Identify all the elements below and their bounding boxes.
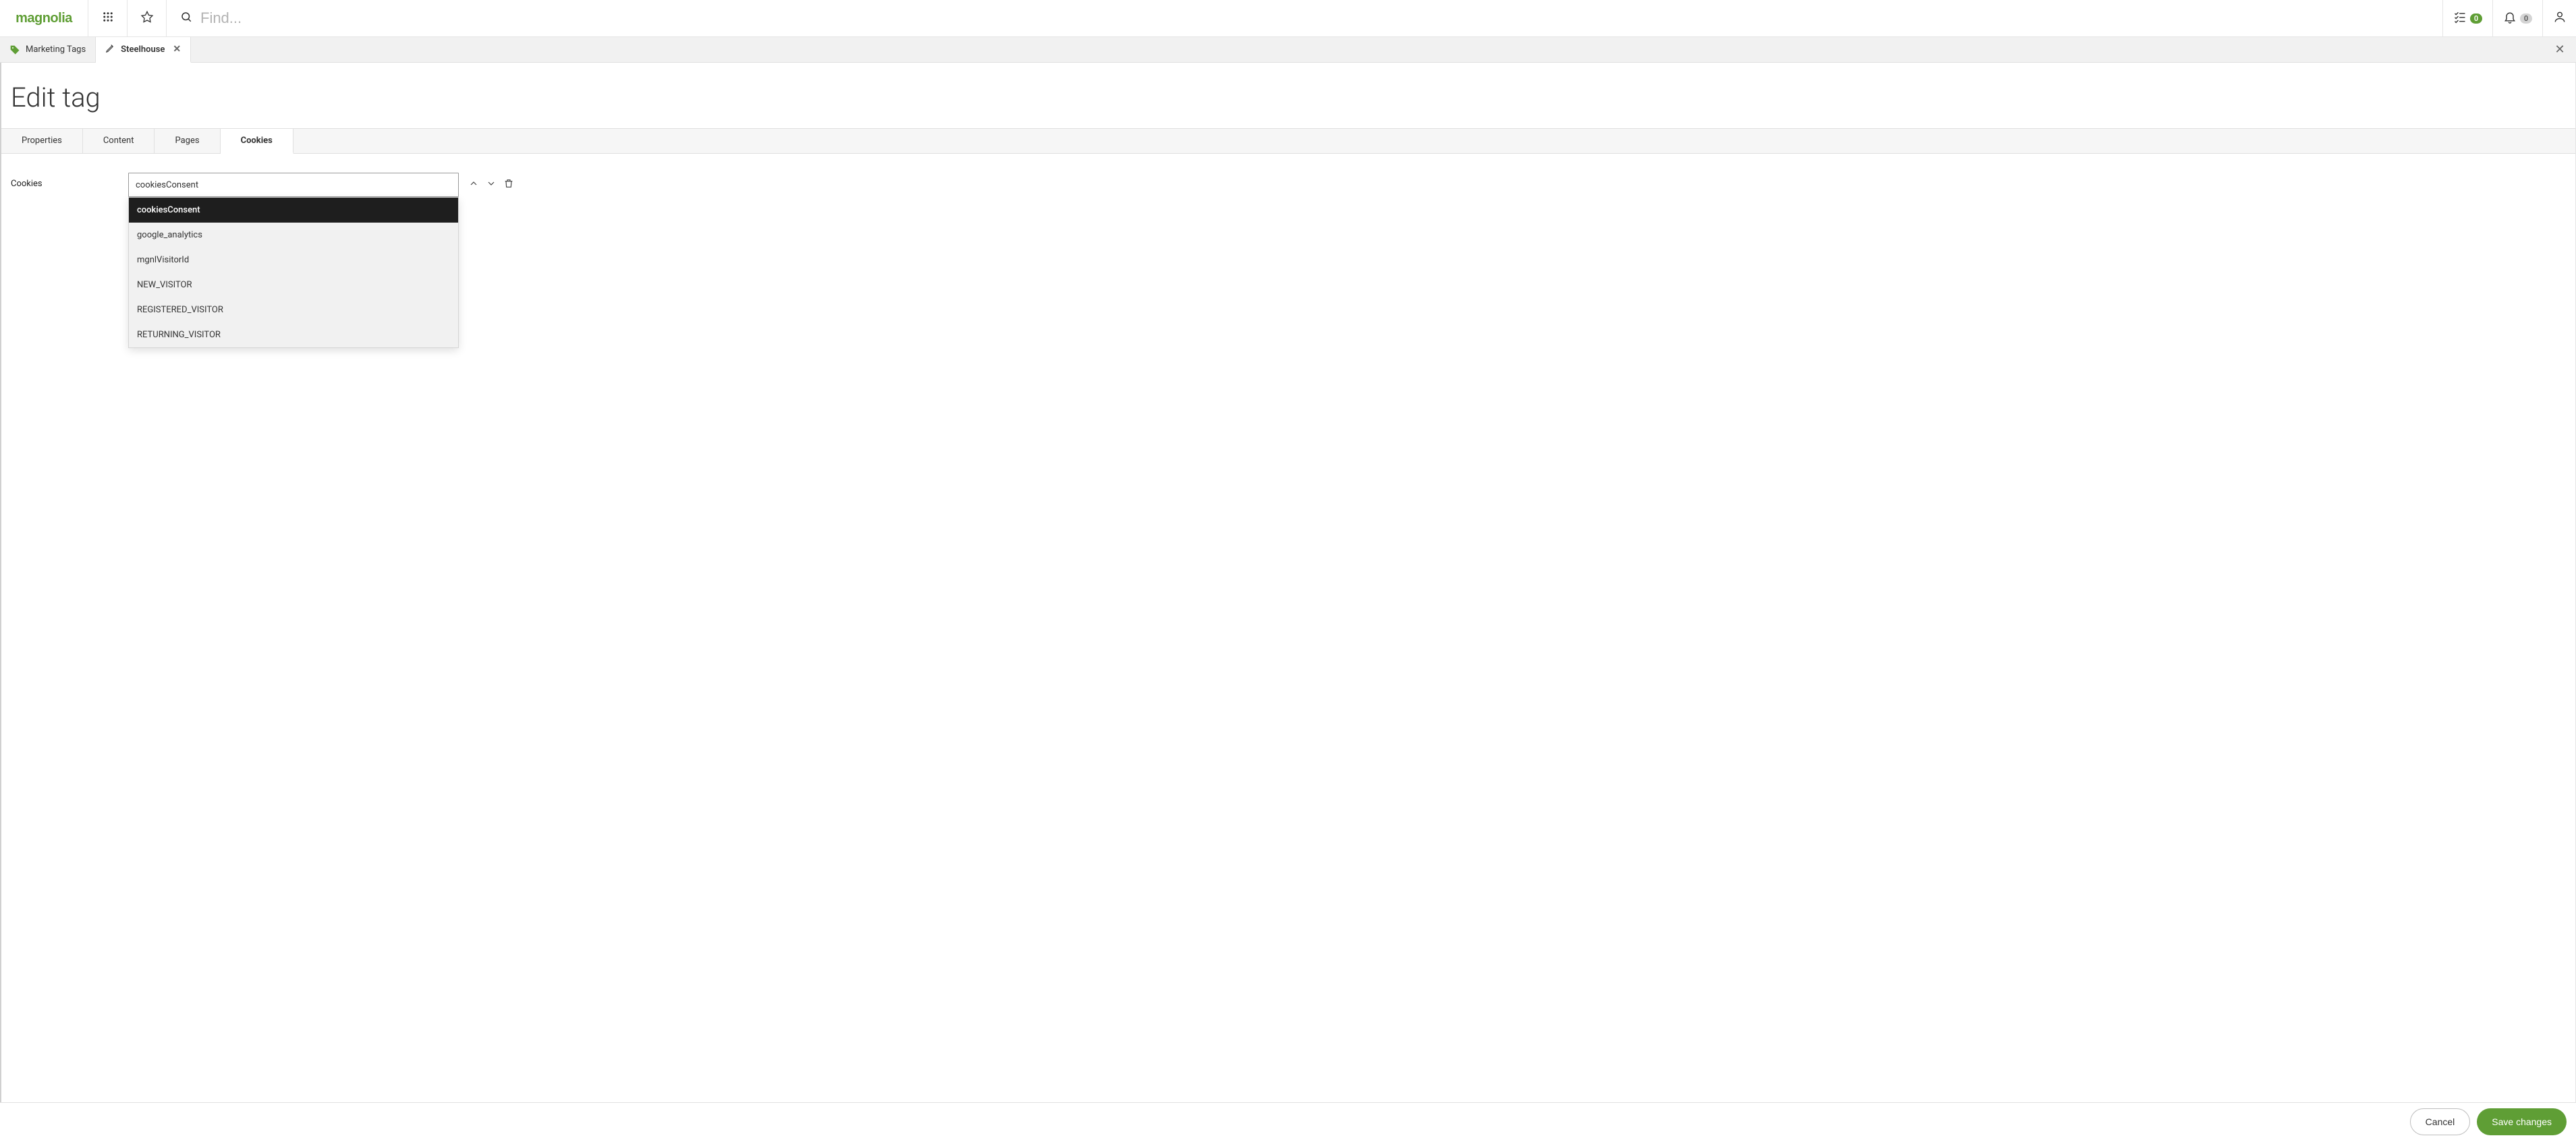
star-icon [140, 10, 154, 27]
search-input[interactable] [200, 9, 2429, 27]
dropdown-option[interactable]: mgnlVisitorId [129, 248, 458, 273]
chevron-down-icon [486, 178, 497, 189]
cookies-combobox[interactable]: cookiesConsent [128, 173, 459, 197]
close-icon: ✕ [2554, 42, 2565, 57]
form-body: Cookies cookiesConsent cookiesConsentgoo… [1, 154, 2575, 224]
form-tab-cookies[interactable]: Cookies [221, 129, 293, 154]
notifications-count-badge: 0 [2520, 13, 2532, 24]
delete-button[interactable] [503, 178, 514, 189]
cookies-row-actions [459, 173, 514, 189]
dropdown-option[interactable]: NEW_VISITOR [129, 273, 458, 297]
dropdown-option[interactable]: google_analytics [129, 223, 458, 248]
tasks-button[interactable]: 0 [2442, 0, 2492, 36]
dropdown-option[interactable]: RETURNING_VISITOR [129, 322, 458, 347]
form-tab-properties[interactable]: Properties [1, 129, 83, 153]
form-tabs: PropertiesContentPagesCookies [1, 128, 2575, 154]
close-app-button[interactable]: ✕ [2544, 37, 2576, 62]
dropdown-option[interactable]: cookiesConsent [129, 198, 458, 223]
cookies-combobox-value: cookiesConsent [136, 180, 198, 190]
app-launcher-button[interactable] [88, 0, 128, 36]
app-header: magnolia [0, 0, 2576, 37]
brand-name: magnolia [16, 11, 72, 26]
action-bar: Cancel Save changes [0, 1102, 2576, 1140]
page-title: Edit tag [1, 63, 2575, 128]
header-right: 0 0 [2442, 0, 2576, 36]
move-up-button[interactable] [468, 178, 479, 189]
form-tab-pages[interactable]: Pages [155, 129, 220, 153]
save-button[interactable]: Save changes [2477, 1108, 2567, 1135]
favorites-button[interactable] [128, 0, 167, 36]
global-search[interactable] [167, 9, 2442, 27]
tag-icon [9, 45, 20, 55]
dropdown-option[interactable]: REGISTERED_VISITOR [129, 297, 458, 322]
detail-panel: Edit tag PropertiesContentPagesCookies C… [0, 63, 2576, 1102]
cancel-button[interactable]: Cancel [2410, 1108, 2471, 1135]
app-tab-active-label: Steelhouse [121, 45, 165, 55]
bell-icon [2503, 10, 2517, 26]
move-down-button[interactable] [486, 178, 497, 189]
pencil-icon [105, 43, 115, 56]
app-tab-back[interactable]: Marketing Tags [0, 37, 96, 62]
trash-icon [503, 178, 514, 189]
close-tab-icon[interactable]: ✕ [173, 44, 181, 55]
app-tab-back-label: Marketing Tags [26, 45, 86, 55]
tasks-icon [2453, 10, 2467, 26]
app-tab-bar: Marketing Tags Steelhouse ✕ ✕ [0, 37, 2576, 63]
user-menu-button[interactable] [2542, 0, 2576, 36]
chevron-up-icon [468, 178, 479, 189]
cookies-label: Cookies [11, 173, 128, 189]
search-icon [180, 11, 192, 26]
cookies-dropdown: cookiesConsentgoogle_analyticsmgnlVisito… [128, 197, 459, 348]
user-icon [2553, 10, 2567, 26]
cookies-row: Cookies cookiesConsent cookiesConsentgoo… [11, 173, 2566, 197]
tasks-count-badge: 0 [2470, 13, 2482, 24]
notifications-button[interactable]: 0 [2492, 0, 2542, 36]
app-tab-active[interactable]: Steelhouse ✕ [96, 37, 191, 63]
form-tab-content[interactable]: Content [83, 129, 155, 153]
brand-logo[interactable]: magnolia [0, 0, 88, 36]
apps-grid-icon [102, 10, 114, 26]
cookies-combo-wrapper: cookiesConsent cookiesConsentgoogle_anal… [128, 173, 459, 197]
